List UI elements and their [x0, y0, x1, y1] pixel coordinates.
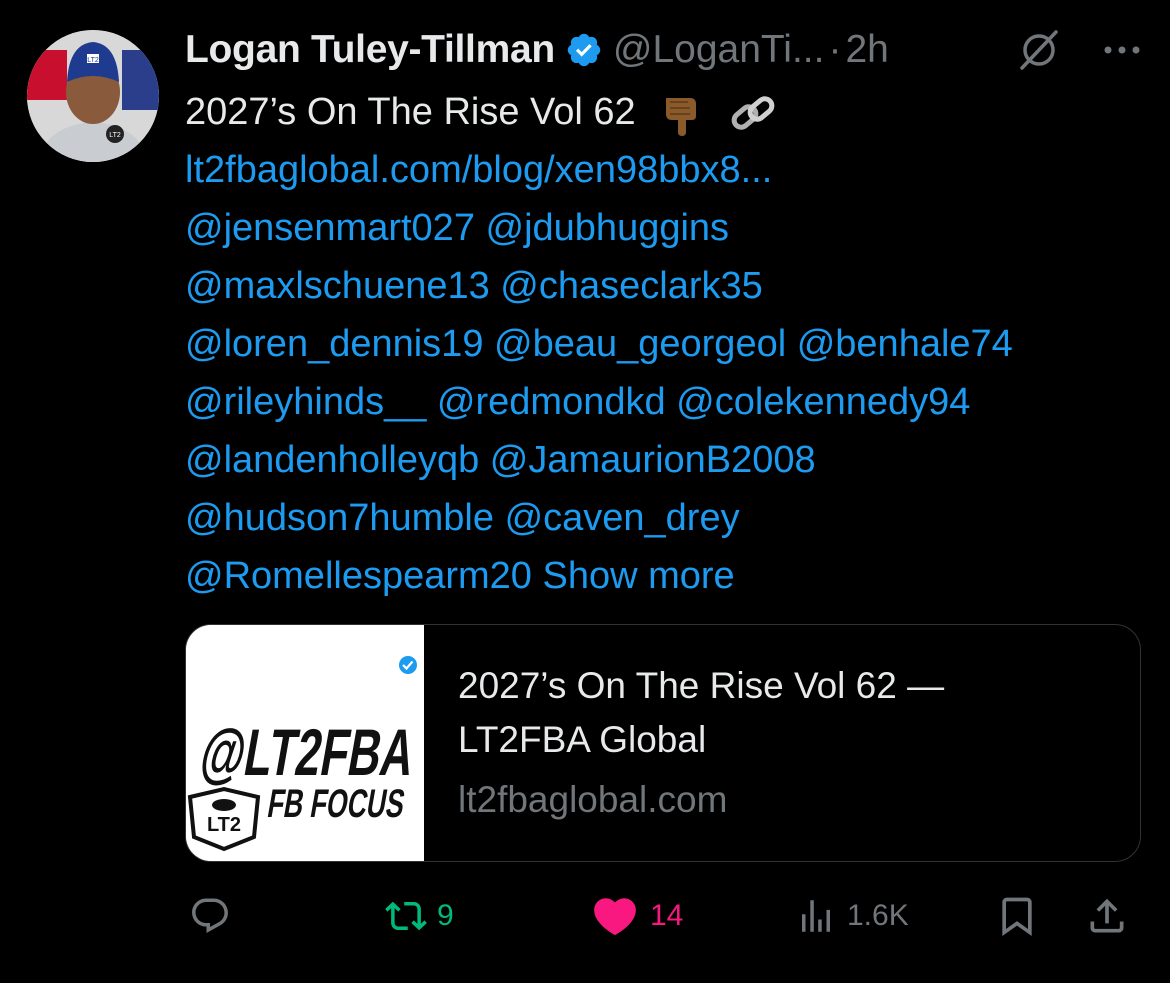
svg-text:LT2: LT2 — [109, 132, 121, 139]
more-icon[interactable] — [1094, 30, 1150, 70]
like-button[interactable]: 14 — [590, 886, 683, 946]
mention-line[interactable]: @hudson7humble @caven_drey — [185, 489, 1155, 547]
link-preview-card[interactable]: @LT2FBA FB FOCUS LT2 2027’s On The Rise … — [185, 624, 1141, 862]
bookmark-icon — [1002, 897, 1032, 937]
mention-line[interactable]: @loren_dennis19 @beau_georgeol @benhale7… — [185, 315, 1155, 373]
mention-line-last: @Romellespearm20 Show more — [185, 547, 1155, 605]
tweet-body: 2027’s On The Rise Vol 62 lt2fbaglobal.c… — [185, 83, 1155, 605]
card-thumbnail-graphic: @LT2FBA FB FOCUS LT2 — [186, 625, 424, 861]
show-more-link[interactable]: Show more — [543, 555, 735, 597]
tweet-timestamp[interactable]: 2h — [845, 28, 888, 72]
author-name[interactable]: Logan Tuley-Tillman — [185, 28, 555, 72]
svg-text:LT2: LT2 — [207, 814, 241, 836]
view-count: 1.6K — [847, 899, 909, 932]
reply-button[interactable] — [189, 886, 241, 946]
author-handle[interactable]: @LoganTi... — [613, 28, 825, 72]
tweet-actions-bar: 9 14 1.6K — [185, 886, 1145, 946]
separator-dot: · — [828, 28, 842, 71]
repost-count: 9 — [437, 899, 454, 932]
like-icon — [594, 898, 636, 936]
card-title-line2: LT2FBA Global — [458, 719, 707, 760]
author-avatar[interactable]: LT2 LT2 — [27, 30, 159, 162]
svg-text:LT2: LT2 — [87, 57, 99, 64]
card-text: 2027’s On The Rise Vol 62 — LT2FBA Globa… — [458, 659, 1116, 821]
bookmark-button[interactable] — [995, 886, 1039, 946]
mention-line[interactable]: @rileyhinds__ @redmondkd @colekennedy94 — [185, 373, 1155, 431]
card-domain: lt2fbaglobal.com — [458, 779, 728, 820]
mention-link[interactable]: @Romellespearm20 — [185, 555, 532, 597]
pointing-down-emoji-icon — [666, 97, 697, 136]
tweet-header: Logan Tuley-Tillman @LoganTi... · 2h — [185, 22, 1150, 78]
share-icon — [1090, 898, 1124, 933]
grok-icon[interactable] — [1016, 27, 1062, 73]
avatar-image: LT2 LT2 — [27, 30, 159, 162]
views-icon — [802, 900, 830, 932]
repost-icon — [385, 901, 427, 931]
tweet-headline-line: 2027’s On The Rise Vol 62 — [185, 83, 1155, 141]
svg-text:@LT2FBA: @LT2FBA — [195, 716, 420, 789]
share-button[interactable] — [1085, 886, 1129, 946]
tweet-headline: 2027’s On The Rise Vol 62 — [185, 91, 636, 133]
svg-text:FB FOCUS: FB FOCUS — [264, 781, 408, 826]
repost-button[interactable]: 9 — [385, 886, 454, 946]
card-thumbnail: @LT2FBA FB FOCUS LT2 — [186, 625, 424, 861]
mention-line[interactable]: @maxlschuene13 @chaseclark35 — [185, 257, 1155, 315]
verified-badge-icon — [567, 33, 601, 67]
tweet-link[interactable]: lt2fbaglobal.com/blog/xen98bbx8... — [185, 141, 1155, 199]
like-count: 14 — [650, 899, 684, 932]
mention-line[interactable]: @landenholleyqb @JamaurionB2008 — [185, 431, 1155, 489]
reply-icon — [192, 898, 228, 933]
views-button[interactable]: 1.6K — [795, 886, 909, 946]
card-title-line1: 2027’s On The Rise Vol 62 — — [458, 665, 945, 706]
mention-line[interactable]: @jensenmart027 @jdubhuggins — [185, 199, 1155, 257]
link-emoji-icon — [731, 96, 775, 130]
